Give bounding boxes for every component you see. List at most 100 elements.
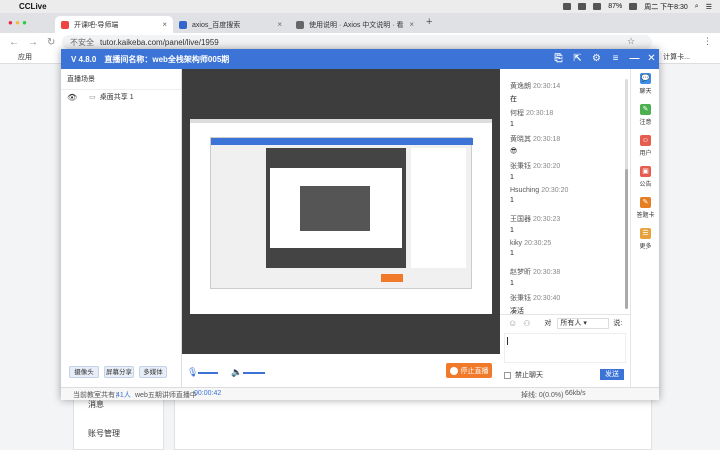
chat-text: 1: [510, 197, 514, 204]
chat-list[interactable]: 黄逸朗 20:30:14 在何程 20:30:18 1 黄晓其 20:30:18 😎 张秉钰 20…: [500, 69, 630, 314]
chat-time: 20:30:38: [533, 268, 561, 276]
chat-time: 20:30:25: [524, 240, 552, 247]
menu-item-messages[interactable]: 消息: [88, 399, 104, 410]
tab-baidu[interactable]: axios_百度搜索 ×: [173, 16, 288, 33]
rail-item[interactable]: ✎ 注意: [631, 104, 660, 126]
multimedia-button[interactable]: 多媒体: [139, 366, 167, 378]
close-tab-icon[interactable]: ×: [277, 20, 282, 29]
chat-scrollbar[interactable]: [625, 79, 628, 309]
forward-icon[interactable]: →: [28, 37, 38, 48]
nested-inner: [300, 186, 370, 231]
emoji-icon[interactable]: ☺: [508, 318, 517, 328]
battery-label[interactable]: 87%: [608, 3, 622, 10]
camera-button[interactable]: 摄像头: [69, 366, 99, 378]
scene-item-label: 桌面共享 1: [99, 94, 134, 101]
chat-input[interactable]: [504, 333, 626, 363]
bookmark-ext[interactable]: 计算卡...: [663, 52, 690, 62]
users-icon[interactable]: ⚇: [523, 319, 530, 328]
rail-item[interactable]: ☺ 用户: [631, 135, 660, 157]
tab-label: axios_百度搜索: [192, 21, 241, 29]
rail-icon: 💬: [640, 73, 651, 84]
send-button[interactable]: 发送: [600, 369, 624, 380]
speaker-icon[interactable]: 🔈: [231, 367, 242, 378]
microphone-icon[interactable]: 🎙: [187, 367, 198, 378]
star-icon[interactable]: ☆: [627, 36, 635, 47]
more-icon[interactable]: ⋮: [703, 36, 712, 47]
mic-volume-slider[interactable]: [198, 372, 218, 374]
close-icon[interactable]: ✕: [646, 53, 657, 64]
wifi-icon[interactable]: [593, 3, 602, 10]
shared-screen: [190, 119, 492, 314]
scene-item[interactable]: 👁 ▭ 桌面共享 1: [61, 90, 181, 104]
window-controls[interactable]: ● ● ●: [8, 18, 27, 27]
chat-username: 何程: [510, 109, 524, 117]
insecure-label: 不安全: [70, 37, 94, 47]
rail-icon: ☺: [640, 135, 651, 146]
bitrate: 66kb/s: [565, 390, 586, 397]
say-label: 说:: [613, 320, 623, 327]
chat-username: 黄晓其: [510, 136, 531, 143]
drop-rate: 掉线: 0(0.0%): [521, 392, 564, 399]
rail-label: 更多: [639, 244, 652, 250]
status-icon[interactable]: [578, 3, 587, 10]
back-icon[interactable]: ←: [9, 37, 19, 48]
chat-text: 😎: [510, 148, 518, 155]
minimize-icon[interactable]: —: [629, 53, 640, 64]
video-preview: [182, 69, 500, 354]
settings-icon[interactable]: ⚙: [591, 53, 602, 64]
chat-message: 黄逸朗 20:30:14 在: [510, 81, 560, 104]
chat-message: 黄晓其 20:30:18 😎: [510, 134, 560, 155]
scene-sidebar: 直播场景 👁 ▭ 桌面共享 1: [61, 69, 182, 387]
control-bar: 摄像头 屏幕分享 多媒体 🎙 🔈 停止直播: [69, 354, 500, 387]
rail-item[interactable]: ☰ 更多: [631, 228, 660, 250]
close-tab-icon[interactable]: ×: [409, 20, 414, 29]
menu-icon[interactable]: ≡: [610, 53, 621, 64]
new-tab-icon[interactable]: +: [426, 16, 432, 28]
search-icon[interactable]: ⌕: [695, 3, 699, 11]
recipient-select[interactable]: 所有人 ▾: [557, 317, 610, 329]
rail-item[interactable]: ✎ 答题卡: [631, 197, 660, 219]
rail-item[interactable]: 💬 聊天: [631, 73, 660, 95]
copy-icon[interactable]: ⎘: [553, 53, 564, 64]
chat-text: 1: [510, 226, 514, 234]
chat-time: 20:30:20: [541, 187, 569, 194]
tab-label: 使用说明 · Axios 中文说明 · 看: [309, 21, 404, 29]
rail-label: 答题卡: [636, 213, 655, 219]
speaker-volume-slider[interactable]: [243, 372, 265, 374]
nested-menubar: [190, 119, 492, 123]
apps-bookmark[interactable]: 应用: [18, 52, 32, 62]
menu-item-account[interactable]: 账号管理: [88, 428, 120, 439]
app-menu-name[interactable]: CCLive: [19, 2, 47, 11]
rail-icon: ✎: [640, 197, 651, 208]
url-text: tutor.kaikeba.com/panel/live/1959: [100, 37, 219, 47]
ban-chat-checkbox[interactable]: [504, 371, 511, 379]
chat-username: Hsuching: [510, 187, 540, 194]
tab-kaikeba[interactable]: 开课吧-导师端 ×: [55, 16, 173, 33]
ban-chat-label: 禁止聊天: [515, 372, 543, 379]
rail-item[interactable]: ▣ 公告: [631, 166, 660, 188]
close-tab-icon[interactable]: ×: [162, 20, 167, 29]
live-timer: 00:00:42: [194, 390, 222, 397]
eye-icon[interactable]: 👁: [67, 93, 77, 102]
chat-text: 1: [510, 120, 514, 128]
share-icon[interactable]: ⇱: [572, 53, 583, 64]
clock[interactable]: 周二 下午8:30: [644, 2, 688, 12]
chat-message: 王国器 20:30:23 1: [510, 214, 560, 234]
room-title: 直播间名称：web全栈架构师005期: [104, 54, 230, 64]
battery-icon[interactable]: [629, 3, 638, 10]
stop-live-button[interactable]: 停止直播: [446, 363, 492, 378]
viewers-prefix: 当前教室共有：: [73, 392, 122, 399]
nested-stop: [381, 274, 403, 282]
favicon-icon: [296, 20, 304, 29]
reload-icon[interactable]: ↻: [47, 37, 55, 48]
recipient-value: 所有人: [560, 319, 582, 327]
status-icon[interactable]: [563, 3, 572, 10]
nested-video: [266, 148, 406, 268]
chat-message: kiky 20:30:25 1: [510, 240, 551, 257]
menu-icon[interactable]: ☰: [706, 3, 712, 11]
screen-share-button[interactable]: 屏幕分享: [104, 366, 134, 378]
tab-axios[interactable]: 使用说明 · Axios 中文说明 · 看 ×: [290, 16, 420, 33]
url-field[interactable]: 不安全 tutor.kaikeba.com/panel/live/1959: [62, 35, 652, 49]
tab-label: 开课吧-导师端: [74, 21, 119, 29]
chat-username: 张秉钰: [510, 162, 531, 170]
